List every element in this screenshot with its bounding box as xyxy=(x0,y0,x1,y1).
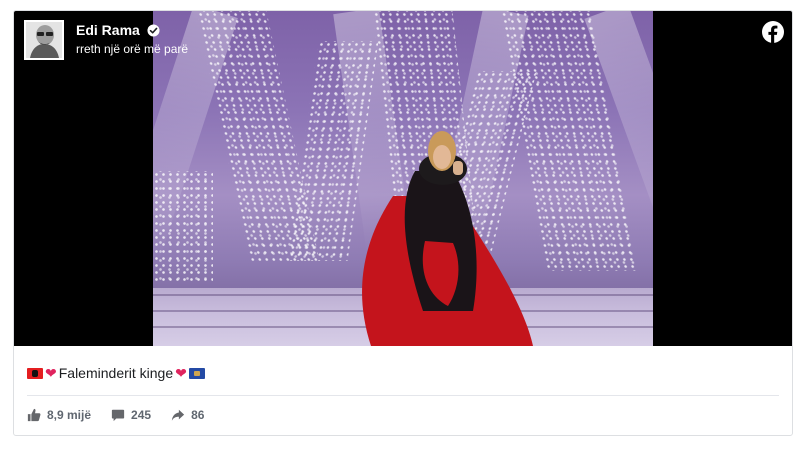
post-caption: ❤ Faleminderit kinge ❤ xyxy=(27,365,205,381)
caption-text: Faleminderit kinge xyxy=(58,365,174,381)
avatar[interactable] xyxy=(24,20,64,60)
comment-icon xyxy=(111,409,125,422)
kosovo-flag-icon xyxy=(188,367,205,379)
concert-photo[interactable] xyxy=(153,11,653,346)
post-timestamp[interactable]: rreth një orë më parë xyxy=(76,42,188,56)
share-icon xyxy=(171,409,185,421)
author-name[interactable]: Edi Rama xyxy=(76,22,140,38)
like-icon xyxy=(27,408,41,422)
post-media[interactable]: Edi Rama rreth një orë më parë xyxy=(14,11,792,346)
shares-count[interactable]: 86 xyxy=(171,408,204,422)
heart-icon: ❤ xyxy=(175,365,187,381)
divider xyxy=(27,395,779,396)
heart-icon: ❤ xyxy=(45,365,57,381)
facebook-icon[interactable] xyxy=(762,21,784,43)
comments-count[interactable]: 245 xyxy=(111,408,151,422)
singer-figure xyxy=(362,131,533,346)
verified-badge-icon xyxy=(147,24,160,37)
post-card: Edi Rama rreth një orë më parë ❤ Falemin… xyxy=(13,10,793,436)
albania-flag-icon xyxy=(27,367,43,379)
engagement-bar: 8,9 mijë 245 86 xyxy=(27,408,204,422)
likes-count[interactable]: 8,9 mijë xyxy=(27,408,91,422)
